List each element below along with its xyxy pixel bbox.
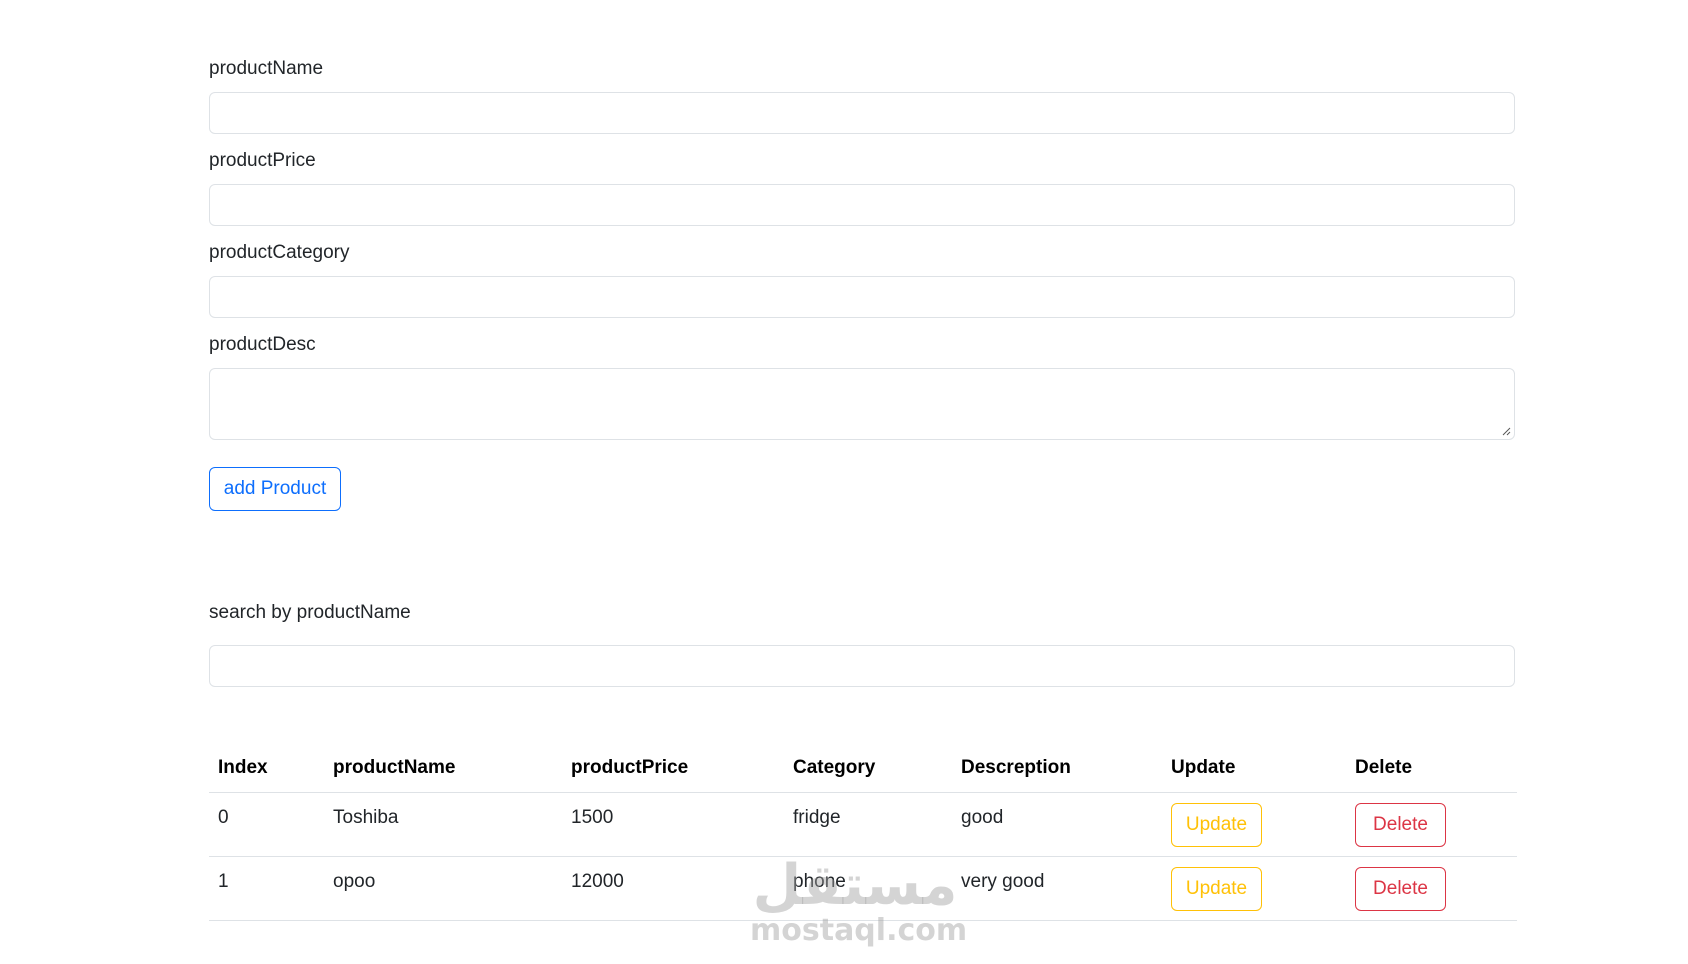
product-category-input[interactable] bbox=[209, 276, 1515, 318]
header-description: Descreption bbox=[952, 744, 1162, 793]
cell-index: 0 bbox=[209, 792, 324, 857]
product-desc-textarea[interactable] bbox=[209, 368, 1515, 440]
cell-delete: Delete bbox=[1346, 856, 1517, 921]
cell-product-price: 1500 bbox=[562, 792, 784, 857]
cell-update: Update bbox=[1162, 792, 1346, 857]
table-row: 1 opoo 12000 phone very good Update Dele… bbox=[209, 856, 1517, 921]
table-row: 0 Toshiba 1500 fridge good Update Delete bbox=[209, 792, 1517, 857]
cell-category: phone bbox=[784, 856, 952, 921]
header-category: Category bbox=[784, 744, 952, 793]
cell-index: 1 bbox=[209, 856, 324, 921]
product-price-input[interactable] bbox=[209, 184, 1515, 226]
header-product-name: productName bbox=[324, 744, 562, 793]
products-table: Index productName productPrice Category … bbox=[209, 744, 1517, 921]
header-product-price: productPrice bbox=[562, 744, 784, 793]
table-header-row: Index productName productPrice Category … bbox=[209, 744, 1517, 793]
header-index: Index bbox=[209, 744, 324, 793]
add-product-button[interactable]: add Product bbox=[209, 467, 341, 511]
cell-description: very good bbox=[952, 856, 1162, 921]
product-category-label: productCategory bbox=[209, 242, 350, 263]
search-input[interactable] bbox=[209, 645, 1515, 687]
cell-product-name: opoo bbox=[324, 856, 562, 921]
search-label: search by productName bbox=[209, 602, 411, 623]
header-update: Update bbox=[1162, 744, 1346, 793]
cell-product-name: Toshiba bbox=[324, 792, 562, 857]
cell-update: Update bbox=[1162, 856, 1346, 921]
resize-grip-icon[interactable] bbox=[1502, 427, 1511, 436]
product-name-input[interactable] bbox=[209, 92, 1515, 134]
delete-button[interactable]: Delete bbox=[1355, 802, 1446, 847]
update-button[interactable]: Update bbox=[1171, 802, 1262, 847]
cell-product-price: 12000 bbox=[562, 856, 784, 921]
product-name-label: productName bbox=[209, 58, 324, 79]
product-desc-label: productDesc bbox=[209, 334, 316, 355]
cell-category: fridge bbox=[784, 792, 952, 857]
product-price-label: productPrice bbox=[209, 150, 316, 171]
update-button[interactable]: Update bbox=[1171, 866, 1262, 911]
cell-description: good bbox=[952, 792, 1162, 857]
delete-button[interactable]: Delete bbox=[1355, 866, 1446, 911]
header-delete: Delete bbox=[1346, 744, 1517, 793]
cell-delete: Delete bbox=[1346, 792, 1517, 857]
